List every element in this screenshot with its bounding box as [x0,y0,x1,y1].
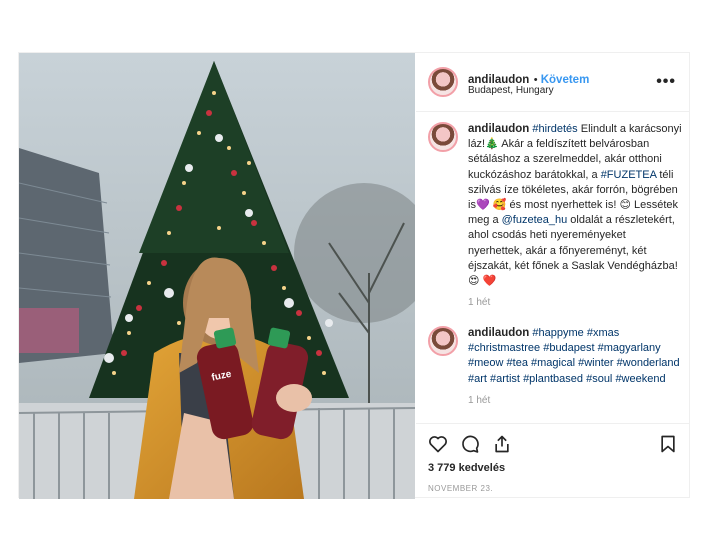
hashtag-link[interactable]: #weekend [615,373,665,385]
caption-body: #hirdetés Elindult a karácsonyi láz!🎄 Ak… [468,123,682,287]
post-side-panel: andilaudon • Követem Budapest, Hungary •… [416,53,690,499]
comment-time[interactable]: 1 hét [468,393,682,408]
caption-text: andilaudon #hirdetés Elindult a karácson… [468,122,682,310]
hashtag-link[interactable]: #magical [531,357,575,369]
avatar[interactable] [428,326,458,356]
hashtag-link[interactable]: #xmas [587,327,619,339]
post-actions: 3 779 kedvelés NOVEMBER 23. [416,423,690,500]
hashtag-link[interactable]: #meow [468,357,503,369]
hashtag-link[interactable]: #winter [578,357,613,369]
hashtag-link[interactable]: @fuzetea_hu [502,214,568,226]
hashtag-link[interactable]: #magyarlany [598,342,661,354]
avatar[interactable] [428,122,458,152]
hashtag-link[interactable]: #happyme [532,327,583,339]
post-date[interactable]: NOVEMBER 23. [428,484,493,493]
comment-username[interactable]: andilaudon [468,327,529,339]
hashtag-link[interactable]: #FUZETEA [601,169,657,181]
caption-username[interactable]: andilaudon [468,123,529,135]
comment-icon[interactable] [460,434,480,454]
more-options-icon[interactable]: ••• [656,73,676,91]
hashtag-link[interactable]: #christmastree [468,342,540,354]
hashtag-link[interactable]: #soul [586,373,612,385]
hashtag-link[interactable]: #tea [507,357,528,369]
like-count[interactable]: 3 779 kedvelés [428,462,505,474]
location-link[interactable]: Budapest, Hungary [468,85,554,96]
post-photo[interactable]: fuze [19,53,415,499]
heart-icon[interactable] [428,434,448,454]
share-icon[interactable] [492,434,512,454]
instagram-post: fuze andilaudon • Követem Budapest, Hung… [18,52,690,499]
hashtag-link[interactable]: #artist [490,373,520,385]
hashtag-link[interactable]: #budapest [543,342,594,354]
christmas-photo-illustration: fuze [19,53,415,499]
hashtag-link[interactable]: #art [468,373,487,385]
comment-text: andilaudon #happyme #xmas #christmastree… [468,326,682,408]
post-header: andilaudon • Követem Budapest, Hungary •… [416,53,690,112]
avatar[interactable] [428,67,458,97]
hashtag-link[interactable]: #wonderland [617,357,680,369]
hashtag-link[interactable]: #plantbased [523,373,583,385]
comments-area[interactable]: andilaudon #hirdetés Elindult a karácson… [416,112,690,422]
hashtag-link[interactable]: #hirdetés [532,123,577,135]
caption-time[interactable]: 1 hét [468,295,682,310]
bookmark-icon[interactable] [658,434,678,454]
